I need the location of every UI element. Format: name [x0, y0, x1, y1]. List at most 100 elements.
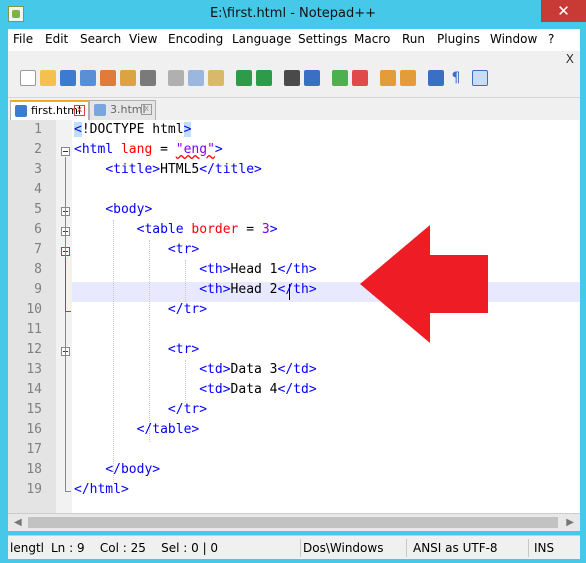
saved-disk-icon: [15, 105, 27, 117]
code-token: </tr>: [167, 302, 208, 317]
menu-encoding[interactable]: Encoding: [168, 32, 223, 46]
status-encoding: ANSI as UTF-8: [413, 541, 498, 555]
line-number: 1: [34, 122, 42, 137]
code-line[interactable]: <td>Data 4</td>: [74, 380, 317, 400]
code-line[interactable]: </table>: [74, 420, 200, 440]
code-token: lang: [120, 142, 153, 157]
code-line[interactable]: </tr>: [74, 400, 207, 420]
tab-first-html[interactable]: first.html x: [10, 100, 89, 120]
code-line[interactable]: <body>: [74, 200, 152, 220]
menu-bar: File Edit Search View Encoding Language …: [8, 29, 580, 51]
menu-macro[interactable]: Macro: [354, 32, 390, 46]
code-editor[interactable]: 1 2 3 4 5 6 7 8 9 10 11 12 13 14 15 16 17 18 19 <!DOCTYPE …: [8, 120, 580, 513]
scroll-thumb[interactable]: [28, 517, 558, 528]
code-token: <th>: [199, 282, 231, 297]
code-line[interactable]: </body>: [74, 460, 160, 480]
code-token: <body>: [105, 202, 153, 217]
find-icon[interactable]: [284, 70, 300, 86]
save-all-icon[interactable]: [80, 70, 96, 86]
code-token: Data 3: [230, 362, 278, 377]
word-wrap-icon[interactable]: [428, 70, 444, 86]
close-all-icon[interactable]: [120, 70, 136, 86]
tab-close-icon[interactable]: x: [141, 104, 152, 115]
replace-icon[interactable]: [304, 70, 320, 86]
code-token: <html: [74, 142, 121, 157]
toolbar: X ¶: [8, 51, 580, 98]
code-line[interactable]: <title>HTML5</title>: [74, 160, 262, 180]
horizontal-scrollbar[interactable]: ◀ ▶: [8, 513, 580, 531]
tab-close-icon[interactable]: x: [74, 105, 85, 116]
code-token: </html>: [74, 482, 129, 497]
line-number: 15: [26, 402, 42, 417]
copy-icon[interactable]: [188, 70, 204, 86]
code-line[interactable]: </html>: [74, 480, 129, 500]
code-line[interactable]: <html lang = "eng">: [74, 140, 223, 160]
menu-file[interactable]: File: [13, 32, 33, 46]
save-icon[interactable]: [60, 70, 76, 86]
tab-bar: first.html x 3.html x: [8, 98, 580, 120]
line-number: 7: [34, 242, 42, 257]
show-all-chars-icon[interactable]: ¶: [448, 70, 464, 86]
menu-plugins[interactable]: Plugins: [437, 32, 480, 46]
status-separator: [300, 539, 301, 557]
line-number: 9: [34, 282, 42, 297]
scroll-right-icon[interactable]: ▶: [566, 517, 574, 528]
zoom-out-icon[interactable]: [352, 70, 368, 86]
code-line[interactable]: <tr>: [74, 240, 199, 260]
print-icon[interactable]: [140, 70, 156, 86]
close-window-button[interactable]: ✕: [541, 0, 586, 22]
code-token: border: [191, 222, 239, 237]
line-number: 2: [34, 142, 42, 157]
menu-language[interactable]: Language: [232, 32, 291, 46]
code-line[interactable]: <td>Data 3</td>: [74, 360, 316, 380]
menu-settings[interactable]: Settings: [298, 32, 347, 46]
sync-horizontal-icon[interactable]: [400, 70, 416, 86]
redo-icon[interactable]: [256, 70, 272, 86]
fold-toggle-icon[interactable]: [61, 147, 70, 156]
status-separator: [528, 539, 529, 557]
code-token: <th>: [199, 262, 231, 277]
code-token: </th>: [277, 282, 317, 297]
menu-run[interactable]: Run: [402, 32, 425, 46]
close-document-x[interactable]: X: [566, 52, 574, 66]
cut-icon[interactable]: [168, 70, 184, 86]
indent-guide-icon[interactable]: [472, 70, 488, 86]
code-token: Data 4: [230, 382, 278, 397]
code-token: =: [152, 142, 176, 157]
code-token: </tr>: [167, 402, 208, 417]
code-line[interactable]: <!DOCTYPE html>: [74, 120, 192, 140]
code-line[interactable]: <th>Head 1</th>: [74, 260, 316, 280]
code-token: <td>: [199, 362, 231, 377]
line-number: 11: [26, 322, 42, 337]
menu-help[interactable]: ?: [548, 32, 554, 46]
scroll-left-icon[interactable]: ◀: [14, 517, 22, 528]
code-line[interactable]: <tr>: [74, 340, 199, 360]
open-file-icon[interactable]: [40, 70, 56, 86]
line-number: 10: [26, 302, 42, 317]
tab-3-html[interactable]: 3.html x: [89, 100, 156, 120]
code-token: 3: [261, 222, 270, 237]
code-line[interactable]: </tr>: [74, 300, 207, 320]
menu-edit[interactable]: Edit: [45, 32, 68, 46]
menu-window[interactable]: Window: [490, 32, 537, 46]
fold-end-mark: [65, 311, 71, 312]
code-token: </td>: [277, 382, 317, 397]
new-file-icon[interactable]: [20, 70, 36, 86]
fold-line: [65, 157, 66, 492]
undo-icon[interactable]: [236, 70, 252, 86]
code-line[interactable]: <table border = 3>: [74, 220, 278, 240]
sync-vertical-icon[interactable]: [380, 70, 396, 86]
line-number: 4: [34, 182, 42, 197]
code-token: "eng": [175, 142, 215, 157]
menu-view[interactable]: View: [129, 32, 157, 46]
code-token: HTML5: [160, 162, 200, 177]
code-line[interactable]: <th>Head 2</th>: [74, 280, 317, 300]
paste-icon[interactable]: [208, 70, 224, 86]
zoom-in-icon[interactable]: [332, 70, 348, 86]
close-icon[interactable]: [100, 70, 116, 86]
menu-search[interactable]: Search: [80, 32, 121, 46]
